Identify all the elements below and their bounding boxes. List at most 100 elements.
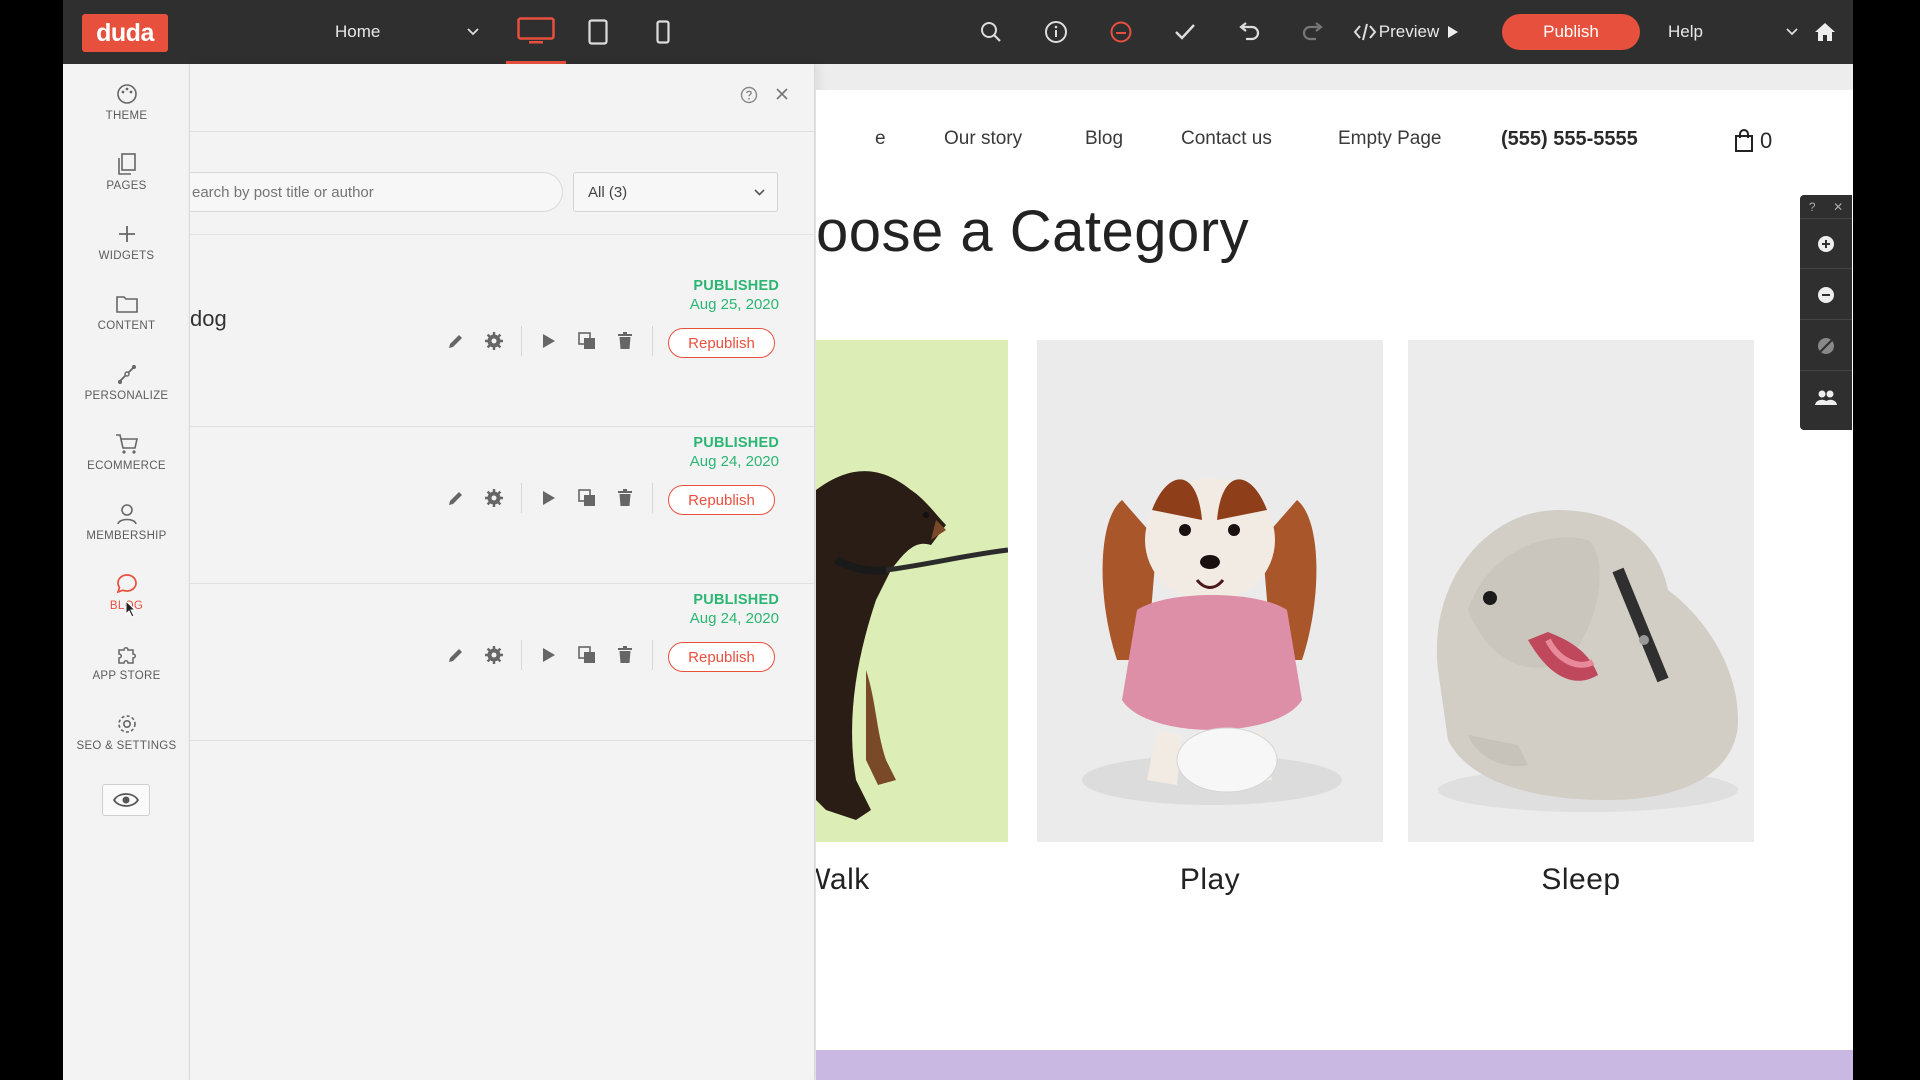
nav-link[interactable]: e	[875, 128, 886, 150]
post-search-field[interactable]	[190, 172, 563, 212]
device-tablet-button[interactable]	[568, 0, 628, 64]
blog-post-row[interactable]: dog PUBLISHED Aug 25, 2020 Republish	[190, 270, 815, 427]
post-settings-button[interactable]	[475, 638, 513, 672]
delete-post-button[interactable]	[606, 638, 644, 672]
info-icon	[1045, 21, 1067, 43]
sidebar-item-label: APP STORE	[92, 670, 161, 682]
post-actions	[437, 638, 661, 672]
preview-post-button[interactable]	[530, 324, 568, 358]
category-image-play[interactable]	[1037, 340, 1383, 842]
site-navigation: e Our story Blog Contact us Empty Page (…	[816, 128, 1853, 158]
nav-link-contact-us[interactable]: Contact us	[1181, 128, 1272, 150]
category-image-sleep[interactable]	[1408, 340, 1754, 842]
blog-post-row[interactable]: PUBLISHED Aug 24, 2020 Republish	[190, 427, 815, 584]
duda-logo[interactable]: duda	[82, 14, 168, 52]
preview-post-button[interactable]	[530, 638, 568, 672]
undo-button[interactable]	[1221, 0, 1277, 64]
delete-post-button[interactable]	[606, 324, 644, 358]
preview-button[interactable]: Preview	[1363, 0, 1475, 64]
pencil-icon	[449, 492, 462, 505]
pencil-icon	[449, 649, 462, 662]
device-desktop-button[interactable]	[506, 0, 566, 64]
category-label-play[interactable]: Play	[1037, 863, 1383, 897]
sidebar-item-membership[interactable]: MEMBERSHIP	[63, 500, 190, 562]
nav-link-blog[interactable]: Blog	[1085, 128, 1123, 150]
publish-button[interactable]: Publish	[1502, 14, 1640, 50]
redo-button[interactable]	[1285, 0, 1341, 64]
edit-post-button[interactable]	[437, 481, 475, 515]
nav-link-empty-page[interactable]: Empty Page	[1338, 128, 1442, 150]
sidebar-item-label: PERSONALIZE	[84, 390, 169, 402]
post-settings-button[interactable]	[475, 481, 513, 515]
post-filter-value: All (3)	[588, 183, 628, 201]
category-image-walk[interactable]	[816, 340, 1008, 842]
editor-app: duda Home Preview Publish Help THEME PAG…	[63, 0, 1853, 1080]
add-comment-button[interactable]	[1800, 219, 1852, 269]
sidebar-item-blog[interactable]: BLOG	[63, 570, 190, 632]
help-menu[interactable]: Help	[1668, 0, 1798, 64]
preview-post-button[interactable]	[530, 481, 568, 515]
duplicate-icon	[578, 332, 595, 349]
sidebar-item-seo-settings[interactable]: SEO & SETTINGS	[63, 710, 190, 772]
hide-comments-button[interactable]	[1800, 321, 1852, 371]
category-label-sleep[interactable]: Sleep	[1408, 863, 1754, 897]
edit-post-button[interactable]	[437, 324, 475, 358]
mouse-cursor-icon	[125, 600, 137, 618]
sidebar-item-label: THEME	[105, 110, 148, 122]
page-select[interactable]: Home	[335, 0, 479, 64]
sidebar-item-personalize[interactable]: PERSONALIZE	[63, 360, 190, 422]
duplicate-post-button[interactable]	[568, 324, 606, 358]
sidebar-item-content[interactable]: CONTENT	[63, 290, 190, 352]
collaborators-button[interactable]	[1800, 372, 1852, 422]
divider	[190, 234, 815, 235]
category-label-walk[interactable]: Walk	[816, 863, 1009, 897]
sidebar-item-theme[interactable]: THEME	[63, 80, 190, 142]
divider	[652, 640, 653, 670]
search-button[interactable]	[963, 0, 1019, 64]
republish-button[interactable]: Republish	[668, 328, 775, 358]
pencil-icon	[449, 335, 462, 348]
comments-list-button[interactable]	[1800, 270, 1852, 320]
site-phone[interactable]: (555) 555-5555	[1501, 128, 1638, 151]
republish-button[interactable]: Republish	[668, 642, 775, 672]
republish-button[interactable]: Republish	[668, 485, 775, 515]
preview-label: Preview	[1378, 22, 1440, 41]
cart[interactable]: 0	[1734, 128, 1772, 154]
play-icon	[543, 334, 555, 348]
duplicate-post-button[interactable]	[568, 481, 606, 515]
preview-eye-toggle[interactable]	[102, 784, 150, 816]
nav-link-our-story[interactable]: Our story	[944, 128, 1022, 150]
redo-icon	[1302, 22, 1323, 41]
post-date: Aug 24, 2020	[689, 610, 779, 627]
close-icon[interactable]	[774, 86, 790, 102]
comments-button[interactable]	[1093, 0, 1149, 64]
site-canvas[interactable]: e Our story Blog Contact us Empty Page (…	[816, 90, 1853, 1080]
device-mobile-button[interactable]	[633, 0, 693, 64]
sidebar-item-widgets[interactable]: WIDGETS	[63, 220, 190, 282]
close-icon[interactable]: ✕	[1833, 200, 1843, 214]
save-button[interactable]	[1157, 0, 1213, 64]
post-search-input[interactable]	[192, 183, 552, 201]
help-icon[interactable]: ?	[1809, 200, 1816, 214]
sidebar-item-pages[interactable]: PAGES	[63, 150, 190, 212]
chevron-down-icon	[467, 28, 479, 36]
home-button[interactable]	[1800, 0, 1850, 64]
duplicate-icon	[578, 646, 595, 663]
sidebar-item-ecommerce[interactable]: ECOMMERCE	[63, 430, 190, 492]
post-status-badge: PUBLISHED	[693, 278, 779, 294]
help-circle-icon[interactable]	[740, 86, 758, 104]
post-settings-button[interactable]	[475, 324, 513, 358]
sidebar-item-label: PAGES	[106, 180, 147, 192]
sidebar-item-label: CONTENT	[97, 320, 156, 332]
tablet-icon	[588, 19, 608, 45]
info-button[interactable]	[1028, 0, 1084, 64]
edit-post-button[interactable]	[437, 638, 475, 672]
gear-icon	[485, 646, 503, 664]
delete-post-button[interactable]	[606, 481, 644, 515]
sidebar-item-app-store[interactable]: APP STORE	[63, 640, 190, 702]
blog-post-row[interactable]: PUBLISHED Aug 24, 2020 Republish	[190, 584, 815, 741]
duplicate-post-button[interactable]	[568, 638, 606, 672]
comment-icon	[1818, 286, 1834, 303]
post-filter-select[interactable]: All (3)	[573, 172, 778, 212]
gear-icon	[116, 710, 138, 738]
